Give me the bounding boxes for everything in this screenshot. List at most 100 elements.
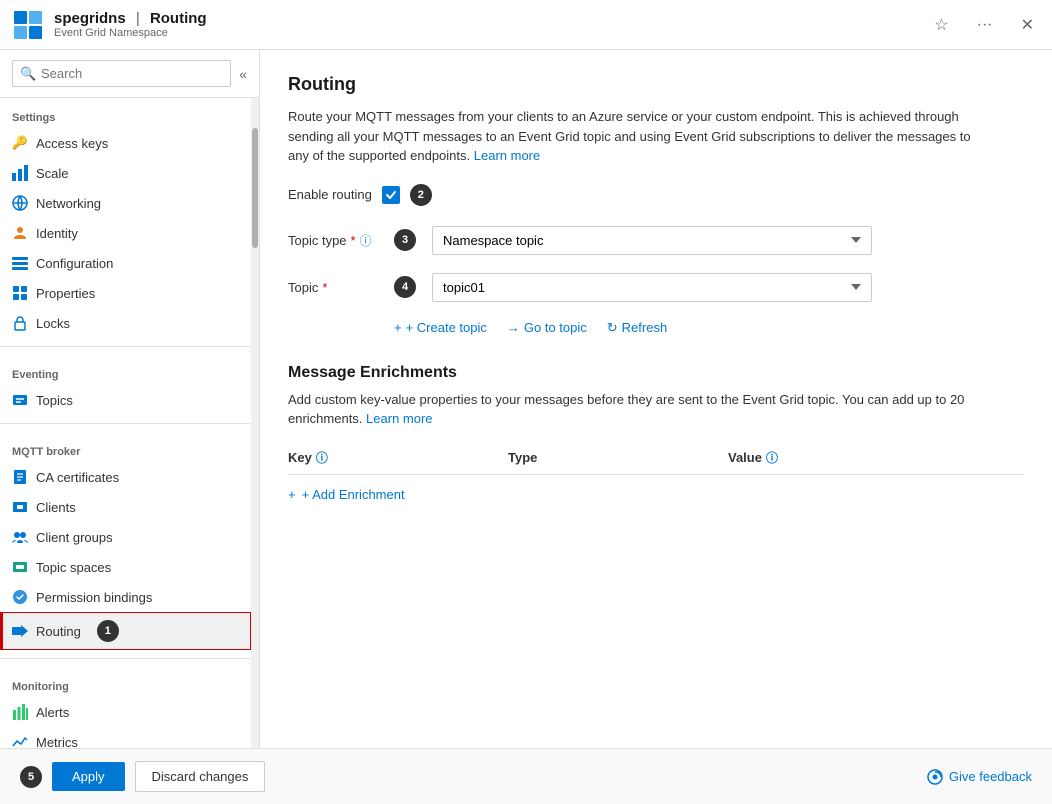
enable-routing-checkbox[interactable] <box>382 186 400 204</box>
sidebar-label-configuration: Configuration <box>36 256 113 271</box>
sidebar-item-client-groups[interactable]: Client groups <box>0 522 251 552</box>
topic-label: Topic * <box>288 280 378 295</box>
create-topic-link[interactable]: + + Create topic <box>394 320 487 335</box>
collapse-button[interactable]: « <box>239 66 247 82</box>
sidebar-label-permission-bindings: Permission bindings <box>36 590 152 605</box>
topic-select[interactable]: topic01 <box>432 273 872 302</box>
value-info-icon[interactable]: ⓘ <box>766 449 778 466</box>
sidebar-scroll-area: Settings 🔑 Access keys Scale Networking <box>0 98 259 748</box>
description-text: Route your MQTT messages from your clien… <box>288 107 988 166</box>
enrichments-learn-more-link[interactable]: Learn more <box>366 411 432 426</box>
topic-type-row: Topic type * ⓘ 3 Namespace topic Custom … <box>288 226 1024 255</box>
sidebar-label-scale: Scale <box>36 166 69 181</box>
content-area: Routing Route your MQTT messages from yo… <box>260 50 1052 748</box>
feedback-icon <box>927 769 943 785</box>
main-layout: 🔍 « Settings 🔑 Access keys Sc <box>0 50 1052 748</box>
networking-icon <box>12 195 28 211</box>
bottom-bar: 5 Apply Discard changes Give feedback <box>0 748 1052 804</box>
learn-more-link[interactable]: Learn more <box>474 148 540 163</box>
sidebar-item-clients[interactable]: Clients <box>0 492 251 522</box>
clients-icon <box>12 499 28 515</box>
sidebar-item-locks[interactable]: Locks <box>0 308 251 338</box>
sidebar-label-topics: Topics <box>36 393 73 408</box>
sidebar-item-properties[interactable]: Properties <box>0 278 251 308</box>
divider-3 <box>0 658 251 659</box>
permission-icon <box>12 589 28 605</box>
message-enrichments-title: Message Enrichments <box>288 364 1024 382</box>
scale-icon <box>12 165 28 181</box>
sidebar-label-routing: Routing <box>36 624 81 639</box>
topic-actions-row: + + Create topic → Go to topic ↻ Refresh <box>394 320 1024 336</box>
sidebar-search-container: 🔍 « <box>0 50 259 98</box>
mqtt-section-label: MQTT broker <box>0 432 251 462</box>
eventing-section-label: Eventing <box>0 355 251 385</box>
topic-type-select[interactable]: Namespace topic Custom topic <box>432 226 872 255</box>
sidebar-label-client-groups: Client groups <box>36 530 113 545</box>
step-4-badge: 4 <box>394 276 416 298</box>
topic-type-required: * <box>351 233 356 248</box>
refresh-link[interactable]: ↻ Refresh <box>607 320 667 336</box>
close-button[interactable]: ✕ <box>1015 13 1040 37</box>
divider-1 <box>0 346 251 347</box>
topic-type-label: Topic type * ⓘ <box>288 232 378 249</box>
routing-step-badge: 1 <box>97 620 119 642</box>
search-icon: 🔍 <box>20 66 36 82</box>
client-groups-icon <box>12 529 28 545</box>
sidebar-item-networking[interactable]: Networking <box>0 188 251 218</box>
app-logo <box>12 9 44 41</box>
col-type-header: Type <box>508 450 728 465</box>
topic-type-info-icon[interactable]: ⓘ <box>360 232 372 249</box>
identity-icon <box>12 225 28 241</box>
sidebar-item-access-keys[interactable]: 🔑 Access keys <box>0 128 251 158</box>
topic-row: Topic * 4 topic01 <box>288 273 1024 302</box>
add-enrichment-row[interactable]: + + Add Enrichment <box>288 487 1024 502</box>
properties-icon <box>12 285 28 301</box>
alerts-icon <box>12 704 28 720</box>
resource-subtitle: Event Grid Namespace <box>54 27 207 39</box>
sidebar-label-access-keys: Access keys <box>36 136 108 151</box>
sidebar-label-locks: Locks <box>36 316 70 331</box>
settings-section-label: Settings <box>0 98 251 128</box>
ca-cert-icon <box>12 469 28 485</box>
resource-name: spegridns | Routing <box>54 10 207 27</box>
more-button[interactable]: ··· <box>971 14 999 36</box>
sidebar-item-ca-certificates[interactable]: CA certificates <box>0 462 251 492</box>
topic-required: * <box>322 280 327 295</box>
key-icon: 🔑 <box>12 135 28 151</box>
sidebar-scrollbar[interactable] <box>251 98 259 748</box>
col-value-header: Value ⓘ <box>728 449 1024 466</box>
locks-icon <box>12 315 28 331</box>
sidebar-item-topics[interactable]: Topics <box>0 385 251 415</box>
key-info-icon[interactable]: ⓘ <box>316 449 328 466</box>
title-text: spegridns | Routing Event Grid Namespace <box>54 10 207 39</box>
step-2-badge: 2 <box>410 184 432 206</box>
sidebar-label-topic-spaces: Topic spaces <box>36 560 111 575</box>
give-feedback-button[interactable]: Give feedback <box>927 769 1032 785</box>
sidebar-item-topic-spaces[interactable]: Topic spaces <box>0 552 251 582</box>
sidebar-item-scale[interactable]: Scale <box>0 158 251 188</box>
sidebar-item-metrics[interactable]: Metrics <box>0 727 251 748</box>
sidebar-item-configuration[interactable]: Configuration <box>0 248 251 278</box>
sidebar-item-permission-bindings[interactable]: Permission bindings <box>0 582 251 612</box>
go-to-topic-link[interactable]: → Go to topic <box>507 320 587 335</box>
topic-spaces-icon <box>12 559 28 575</box>
metrics-icon <box>12 734 28 748</box>
sidebar-item-identity[interactable]: Identity <box>0 218 251 248</box>
discard-button[interactable]: Discard changes <box>135 761 266 792</box>
step-5-badge: 5 <box>20 766 42 788</box>
step-3-badge: 3 <box>394 229 416 251</box>
favorite-button[interactable]: ☆ <box>928 13 954 37</box>
refresh-icon: ↻ <box>607 320 618 336</box>
apply-button[interactable]: Apply <box>52 762 125 791</box>
sidebar-label-alerts: Alerts <box>36 705 69 720</box>
sidebar-item-routing[interactable]: Routing 1 <box>0 612 251 650</box>
sidebar-label-metrics: Metrics <box>36 735 78 749</box>
arrow-icon: → <box>507 320 520 335</box>
sidebar-item-alerts[interactable]: Alerts <box>0 697 251 727</box>
sidebar-label-clients: Clients <box>36 500 76 515</box>
title-bar-actions: ☆ ··· ✕ <box>928 13 1040 37</box>
enrichment-description: Add custom key-value properties to your … <box>288 390 988 429</box>
enrichment-table-header: Key ⓘ Type Value ⓘ <box>288 441 1024 475</box>
page-title: Routing <box>288 74 1024 95</box>
search-input[interactable] <box>12 60 231 87</box>
